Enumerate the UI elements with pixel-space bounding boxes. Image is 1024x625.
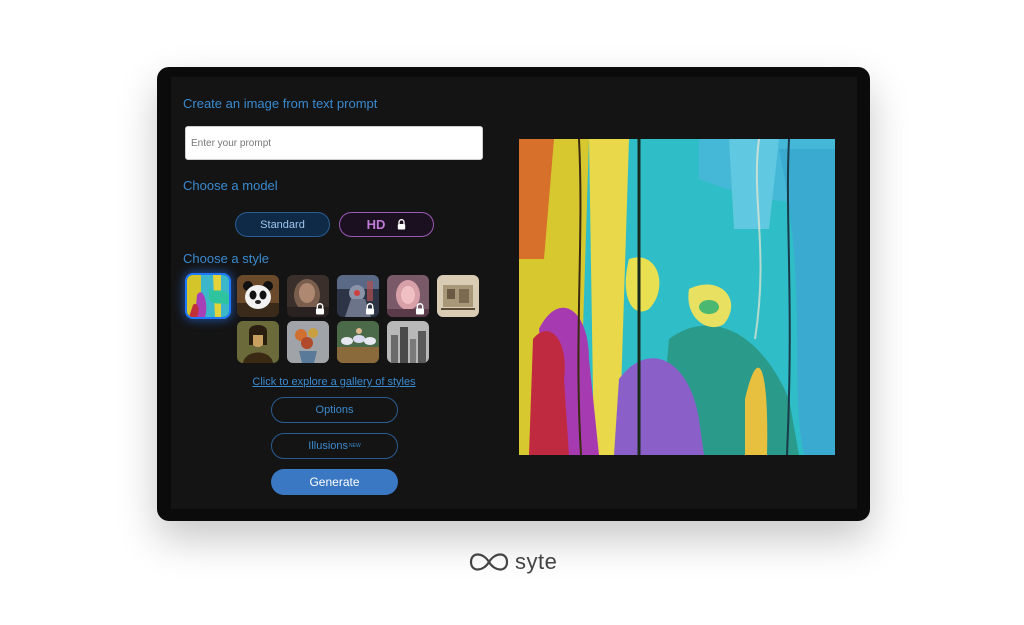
device-frame: Create an image from text prompt Choose … bbox=[157, 67, 870, 521]
generate-label: Generate bbox=[309, 475, 360, 489]
gallery-link[interactable]: Click to explore a gallery of styles bbox=[245, 376, 423, 388]
style-thumb-panda[interactable] bbox=[237, 275, 279, 317]
style-thumb-soft-portrait[interactable] bbox=[387, 275, 429, 317]
standard-label: Standard bbox=[260, 218, 305, 231]
style-thumb-mona-lisa[interactable] bbox=[237, 321, 279, 363]
lock-icon bbox=[315, 303, 325, 315]
illusions-button[interactable]: Illusions NEW bbox=[271, 433, 398, 459]
hd-label: HD bbox=[366, 217, 386, 232]
style-thumb-still-life[interactable] bbox=[287, 321, 329, 363]
lock-icon bbox=[398, 219, 406, 230]
brand-name: syte bbox=[515, 549, 558, 574]
style-thumb-robot[interactable] bbox=[337, 275, 379, 317]
style-thumb-blurred-portrait[interactable] bbox=[287, 275, 329, 317]
ballet-style-image bbox=[337, 321, 379, 363]
vintage-sketch-style-image bbox=[437, 275, 479, 317]
city-sketch-style-image bbox=[387, 321, 429, 363]
hd-model-button[interactable]: HD bbox=[339, 212, 434, 237]
lock-icon bbox=[365, 303, 375, 315]
prompt-input[interactable] bbox=[185, 126, 483, 160]
syte-logo: syte bbox=[469, 547, 564, 577]
still-life-style-image bbox=[287, 321, 329, 363]
new-badge: NEW bbox=[349, 443, 361, 449]
style-thumb-ballet[interactable] bbox=[337, 321, 379, 363]
style-heading: Choose a style bbox=[183, 251, 269, 266]
abstract-style-image bbox=[187, 275, 229, 317]
standard-model-button[interactable]: Standard bbox=[235, 212, 330, 237]
style-thumb-city-sketch[interactable] bbox=[387, 321, 429, 363]
options-button[interactable]: Options bbox=[271, 397, 398, 423]
lock-icon bbox=[415, 303, 425, 315]
options-label: Options bbox=[315, 404, 354, 416]
mona-lisa-style-image bbox=[237, 321, 279, 363]
illusions-label: Illusions bbox=[308, 440, 349, 452]
model-heading: Choose a model bbox=[183, 178, 278, 193]
generated-artwork bbox=[519, 139, 835, 455]
syte-logo-icon bbox=[469, 553, 509, 571]
app-screen: Create an image from text prompt Choose … bbox=[171, 77, 857, 509]
panda-style-image bbox=[237, 275, 279, 317]
style-thumb-vintage-sketch[interactable] bbox=[437, 275, 479, 317]
generate-button[interactable]: Generate bbox=[271, 469, 398, 495]
style-thumb-abstract[interactable] bbox=[187, 275, 229, 317]
create-heading: Create an image from text prompt bbox=[183, 96, 378, 111]
